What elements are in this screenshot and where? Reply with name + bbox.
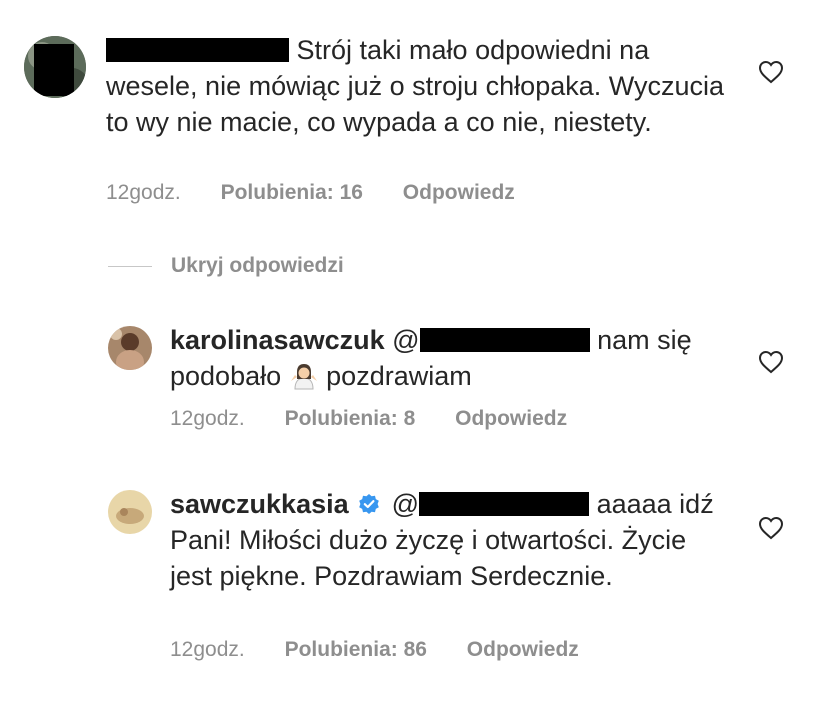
redacted-username (419, 328, 590, 352)
comment-text: karolinasawczuk @ nam się podobało pozdr… (170, 325, 692, 391)
likes-count[interactable]: Polubienia: 8 (285, 407, 416, 430)
heart-outline-icon[interactable] (758, 350, 784, 374)
comment-time: 12godz. (106, 181, 181, 204)
redacted-username (106, 38, 289, 62)
comment-time: 12godz. (170, 407, 245, 430)
mention[interactable]: @ (392, 325, 590, 355)
avatar[interactable] (108, 326, 152, 370)
comment-username[interactable]: karolinasawczuk (170, 325, 385, 355)
avatar[interactable] (108, 490, 152, 534)
comment-meta: 12godz. Polubienia: 16 Odpowiedz (106, 181, 549, 205)
hide-replies-button[interactable]: Ukryj odpowiedzi (171, 254, 344, 278)
likes-count[interactable]: Polubienia: 86 (285, 638, 427, 661)
comment-username[interactable]: sawczukkasia (170, 489, 349, 519)
mention[interactable]: @ (392, 489, 590, 519)
redacted-username (419, 492, 590, 516)
comment-time: 12godz. (170, 638, 245, 661)
likes-count[interactable]: Polubienia: 16 (221, 181, 363, 204)
avatar[interactable] (24, 36, 86, 98)
verified-badge-icon (359, 494, 379, 514)
heart-outline-icon[interactable] (758, 60, 784, 84)
reply-button[interactable]: Odpowiedz (455, 407, 567, 430)
hide-replies-line (108, 266, 152, 267)
comment-text: Strój taki mało odpowiedni na wesele, ni… (106, 35, 725, 137)
reply-button[interactable]: Odpowiedz (403, 181, 515, 204)
comment-meta: 12godz. Polubienia: 8 Odpowiedz (170, 407, 601, 431)
comment-meta: 12godz. Polubienia: 86 Odpowiedz (170, 638, 613, 662)
comment-text: sawczukkasia @ aaaaa idź Pani! Miłości d… (170, 489, 714, 591)
heart-outline-icon[interactable] (758, 516, 784, 540)
reply-button[interactable]: Odpowiedz (467, 638, 579, 661)
woman-shrugging-emoji (290, 364, 317, 390)
